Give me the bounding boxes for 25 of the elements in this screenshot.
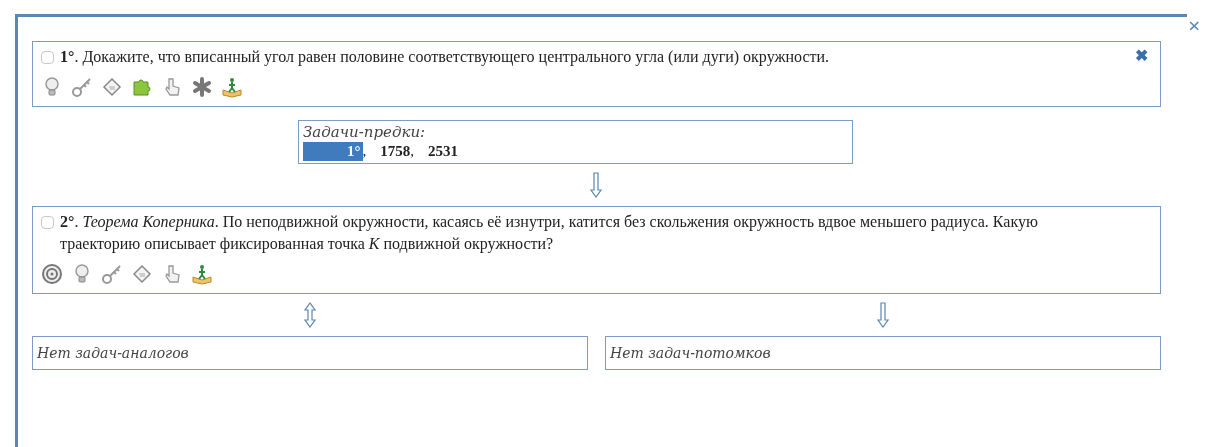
up-down-arrow-icon [304,302,316,328]
separator: , [362,142,367,161]
target-icon[interactable] [41,263,63,285]
problem-link[interactable]: 1° [303,142,363,161]
separator: , [410,142,414,161]
related-text: Нет задач-потомков [610,343,771,363]
key-icon[interactable] [101,263,123,285]
asterisk-icon[interactable] [191,76,213,98]
book-icon[interactable] [221,76,243,98]
key-icon[interactable] [71,76,93,98]
problem-text: 2°. Теорема Коперника. По неподвижной окружности, касаясь её изнутри, катится без скольжения окружность вдвое меньшего радиуса. Какую траекторию описывает фиксированная точка K подвижной окружности? [60,212,1039,255]
ancestors-title: Задачи-предки: [303,123,427,142]
related-text: Нет задач-аналогов [37,343,189,363]
tag-icon[interactable] [101,76,123,98]
problem-text: 1°. Докажите, что вписанный угол равен половине соответствующего центрального угла (или дуги) окружности. [60,47,830,68]
checkbox[interactable] [41,216,54,229]
down-arrow-icon [589,172,602,198]
checkbox[interactable] [41,51,54,64]
puzzle-icon[interactable] [131,76,153,98]
down-arrow-icon [877,302,889,328]
book-icon[interactable] [191,263,213,285]
remove-button[interactable]: ✖ [1131,46,1152,66]
tag-icon[interactable] [131,263,153,285]
problem-link[interactable]: 2531 [428,142,458,161]
close-button[interactable]: × [1188,16,1201,36]
